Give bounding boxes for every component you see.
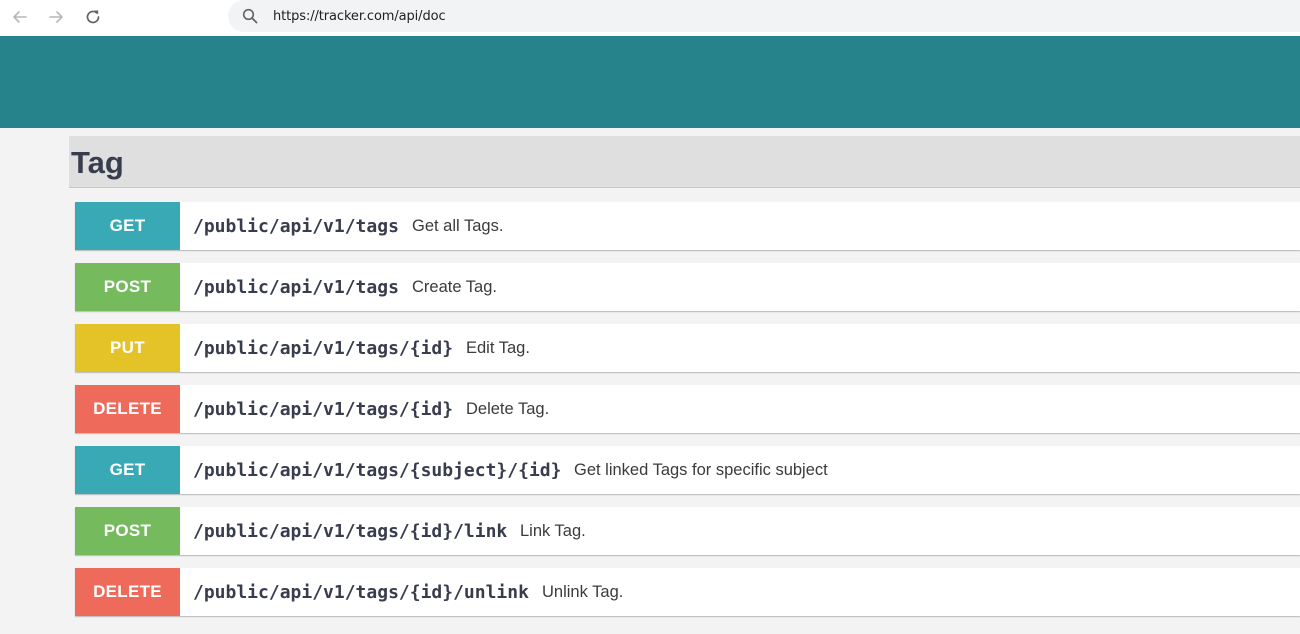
endpoint-list: GET/public/api/v1/tags Get all Tags. POST /…: [75, 202, 1300, 629]
browser-toolbar: https://tracker.com/api/doc: [0, 0, 1300, 36]
back-arrow-icon: [13, 11, 27, 23]
endpoint-path: /public/api/v1/tags/{id}/link: [193, 521, 508, 542]
method-badge-post: POST: [75, 507, 180, 555]
endpoint-path: /public/api/v1/tags: [193, 216, 399, 237]
forward-button[interactable]: [42, 4, 70, 30]
endpoint-path: /public/api/v1/tags/{id}/unlink: [193, 582, 529, 603]
endpoint-row[interactable]: POST/public/api/v1/tags Create Tag.: [75, 263, 1300, 311]
endpoint-description: Unlink Tag.: [542, 583, 624, 601]
tag-section-header[interactable]: Tag: [69, 136, 1300, 188]
endpoint-description: Create Tag.: [412, 278, 497, 296]
section-title: Tag: [71, 145, 124, 180]
method-badge-get: GET: [75, 446, 180, 494]
url-text: https://tracker.com/api/doc: [273, 9, 446, 24]
endpoint-row[interactable]: POST/public/api/v1/tags/{id}/link Link Ta…: [75, 507, 1300, 555]
endpoint-description: Get linked Tags for specific subject: [574, 461, 828, 479]
method-badge-get: GET: [75, 202, 180, 250]
endpoint-description: Delete Tag.: [466, 400, 550, 418]
endpoint-row[interactable]: DELETE/public/api/v1/tags/{id} Delete Tag…: [75, 385, 1300, 433]
endpoint-description: Link Tag.: [520, 522, 586, 540]
endpoint-row[interactable]: DELETE/public/api/v1/tags/{id}/unlink Unl…: [75, 568, 1300, 616]
method-badge-delete: DELETE: [75, 568, 180, 616]
method-badge-delete: DELETE: [75, 385, 180, 433]
endpoint-row[interactable]: PUT/public/api/v1/tags/{id} Edit Tag.: [75, 324, 1300, 372]
method-badge-post: POST: [75, 263, 180, 311]
endpoint-description: Edit Tag.: [466, 339, 530, 357]
endpoint-row[interactable]: GET/public/api/v1/tags/{subject}/{id} Get…: [75, 446, 1300, 494]
page-header-banner: [0, 36, 1300, 128]
method-badge-put: PUT: [75, 324, 180, 372]
back-button[interactable]: [6, 4, 34, 30]
endpoint-path: /public/api/v1/tags/{subject}/{id}: [193, 460, 562, 481]
reload-icon: [86, 10, 100, 24]
endpoint-description: Get all Tags.: [412, 217, 504, 235]
endpoint-path: /public/api/v1/tags/{id}: [193, 338, 454, 359]
endpoint-row[interactable]: GET/public/api/v1/tags Get all Tags.: [75, 202, 1300, 250]
endpoint-path: /public/api/v1/tags/{id}: [193, 399, 454, 420]
endpoint-path: /public/api/v1/tags: [193, 277, 399, 298]
reload-button[interactable]: [79, 4, 107, 30]
search-icon: [242, 8, 258, 24]
forward-arrow-icon: [49, 11, 63, 23]
address-bar[interactable]: https://tracker.com/api/doc: [228, 0, 1300, 32]
